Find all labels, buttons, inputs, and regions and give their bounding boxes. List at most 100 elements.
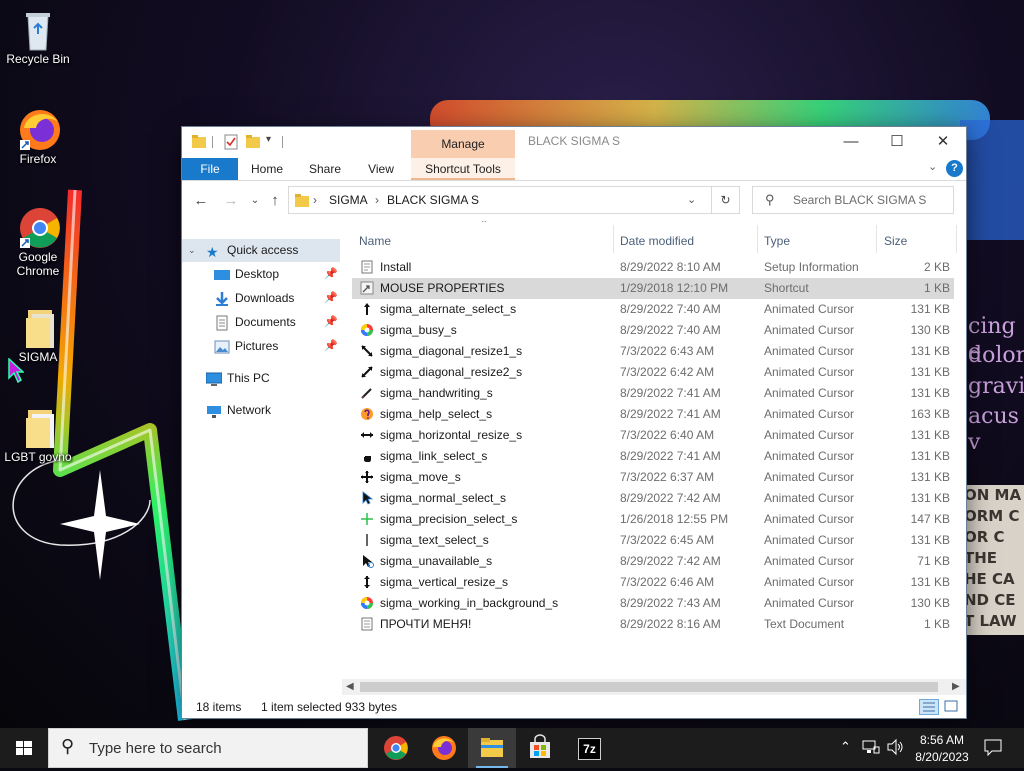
- tab-view[interactable]: View: [356, 158, 406, 180]
- column-divider[interactable]: [876, 225, 877, 253]
- expand-ribbon-icon[interactable]: ⌄: [928, 160, 937, 173]
- column-header-type[interactable]: Type: [764, 229, 790, 253]
- show-hidden-icons-icon[interactable]: ⌃: [840, 739, 851, 755]
- file-row[interactable]: sigma_working_in_background_s 8/29/2022 7…: [352, 593, 954, 614]
- file-row[interactable]: ПРОЧТИ МЕНЯ! 8/29/2022 8:16 AM Text Docume…: [352, 614, 954, 635]
- address-dropdown-icon[interactable]: ⌄: [687, 187, 696, 213]
- clock-time[interactable]: 8:56 AM: [914, 732, 970, 748]
- search-box[interactable]: ⚲ Search BLACK SIGMA S: [752, 186, 954, 214]
- file-list[interactable]: ⌃ Name Date modified Type Size Install 8/…: [352, 221, 966, 675]
- wallpaper-block-line: ND CE: [964, 591, 1016, 609]
- desktop-icon-recycle-bin[interactable]: Recycle Bin: [0, 8, 76, 66]
- file-row[interactable]: Install 8/29/2022 8:10 AM Setup Informatio…: [352, 257, 954, 278]
- file-row[interactable]: sigma_handwriting_s 8/29/2022 7:41 AM Anim…: [352, 383, 954, 404]
- column-divider[interactable]: [757, 225, 758, 253]
- column-divider[interactable]: [613, 225, 614, 253]
- taskbar-chrome[interactable]: [372, 728, 420, 768]
- network-icon: [206, 403, 222, 419]
- file-explorer-window[interactable]: ▾ Manage BLACK SIGMA S — ☐ ✕ File Home S…: [182, 127, 966, 718]
- breadcrumb-sigma[interactable]: SIGMA: [329, 187, 368, 213]
- column-header-size[interactable]: Size: [884, 229, 907, 253]
- file-row[interactable]: sigma_move_s 7/3/2022 6:37 AM Animated Cur…: [352, 467, 954, 488]
- close-button[interactable]: ✕: [920, 127, 966, 157]
- horizontal-scrollbar[interactable]: ◀ ▶: [342, 679, 966, 695]
- column-header-name[interactable]: Name: [359, 229, 391, 253]
- breadcrumb-black-sigma-s[interactable]: BLACK SIGMA S: [387, 187, 479, 213]
- large-icons-view-icon[interactable]: [942, 699, 962, 715]
- scrollbar-thumb[interactable]: [360, 682, 938, 692]
- nav-desktop[interactable]: Desktop 📌: [182, 263, 340, 286]
- file-size: 131 KB: [910, 428, 950, 442]
- tab-share[interactable]: Share: [300, 158, 350, 180]
- nav-network[interactable]: Network: [182, 399, 340, 422]
- file-type: Animated Cursor: [764, 365, 855, 379]
- scroll-right-icon[interactable]: ▶: [952, 679, 960, 695]
- help-icon[interactable]: ?: [946, 160, 963, 177]
- file-row[interactable]: sigma_unavailable_s 8/29/2022 7:42 AM Anim…: [352, 551, 954, 572]
- title-bar[interactable]: ▾ Manage BLACK SIGMA S — ☐ ✕: [182, 127, 966, 158]
- folder-icon: [18, 306, 58, 348]
- taskbar-7zip[interactable]: 7z: [564, 728, 612, 768]
- refresh-button[interactable]: ↻: [711, 186, 740, 214]
- tab-shortcut-tools[interactable]: Shortcut Tools: [411, 158, 515, 180]
- cursor-pen-icon: [360, 386, 374, 400]
- file-row[interactable]: sigma_diagonal_resize1_s 7/3/2022 6:43 AM…: [352, 341, 954, 362]
- file-row[interactable]: sigma_text_select_s 7/3/2022 6:45 AM Anima…: [352, 530, 954, 551]
- new-folder-icon[interactable]: [246, 134, 260, 150]
- scroll-left-icon[interactable]: ◀: [346, 679, 354, 695]
- file-row[interactable]: sigma_horizontal_resize_s 7/3/2022 6:40 A…: [352, 425, 954, 446]
- desktop-icon-google-chrome[interactable]: Google Chrome: [0, 206, 76, 278]
- file-row[interactable]: sigma_vertical_resize_s 7/3/2022 6:46 AM A…: [352, 572, 954, 593]
- pin-icon: 📌: [324, 316, 338, 328]
- back-button[interactable]: ←: [190, 190, 212, 212]
- taskbar-search-box[interactable]: ⚲ Type here to search: [48, 728, 368, 768]
- tab-home[interactable]: Home: [242, 158, 292, 180]
- desktop-icon-lgbt-govno[interactable]: LGBT govno: [0, 406, 76, 464]
- nav-this-pc[interactable]: This PC: [182, 367, 340, 390]
- maximize-button[interactable]: ☐: [874, 127, 920, 157]
- file-row[interactable]: MOUSE PROPERTIES 1/29/2018 12:10 PM Shortc…: [352, 278, 954, 299]
- address-row: ← → ⌄ ↑ › SIGMA › BLACK SIGMA S ⌄ ↻ ⚲ Se…: [182, 181, 966, 221]
- nav-quick-access[interactable]: ⌄ ★ Quick access: [182, 239, 340, 262]
- details-view-icon[interactable]: [919, 699, 939, 715]
- file-row[interactable]: sigma_alternate_select_s 8/29/2022 7:40 A…: [352, 299, 954, 320]
- minimize-button[interactable]: —: [828, 127, 874, 157]
- file-size: 130 KB: [910, 596, 950, 610]
- file-row[interactable]: sigma_normal_select_s 8/29/2022 7:42 AM An…: [352, 488, 954, 509]
- nav-pictures[interactable]: Pictures 📌: [182, 335, 340, 358]
- status-selected-size: 933 bytes: [345, 700, 398, 714]
- notifications-icon[interactable]: [984, 738, 1002, 759]
- customize-qat-icon[interactable]: ▾: [266, 134, 271, 150]
- column-divider[interactable]: [956, 225, 957, 253]
- desktop-icon-firefox[interactable]: Firefox: [0, 108, 76, 166]
- tab-file[interactable]: File: [182, 158, 238, 180]
- file-name: sigma_horizontal_resize_s: [380, 428, 523, 442]
- taskbar-microsoft-store[interactable]: [516, 728, 564, 768]
- up-button[interactable]: ↑: [264, 190, 286, 212]
- taskbar-search-input[interactable]: Type here to search: [89, 729, 222, 769]
- column-header-date-modified[interactable]: Date modified: [620, 229, 694, 253]
- properties-icon[interactable]: [224, 134, 238, 150]
- tab-manage[interactable]: Manage: [411, 130, 515, 158]
- taskbar-firefox[interactable]: [420, 728, 468, 768]
- file-row[interactable]: sigma_diagonal_resize2_s 7/3/2022 6:42 AM…: [352, 362, 954, 383]
- address-bar[interactable]: › SIGMA › BLACK SIGMA S ⌄: [288, 186, 740, 214]
- desktop-icon-sigma-folder[interactable]: SIGMA: [0, 306, 76, 364]
- shortcut-icon: [360, 281, 374, 295]
- network-icon[interactable]: [862, 738, 880, 759]
- taskbar-file-explorer[interactable]: [468, 728, 516, 768]
- volume-icon[interactable]: [886, 738, 904, 759]
- search-input[interactable]: Search BLACK SIGMA S: [793, 187, 926, 213]
- nav-documents[interactable]: Documents 📌: [182, 311, 340, 334]
- file-row[interactable]: sigma_precision_select_s 1/26/2018 12:55 …: [352, 509, 954, 530]
- cursor-crosshair-icon: [360, 512, 374, 526]
- file-row[interactable]: sigma_help_select_s 8/29/2022 7:41 AM Anim…: [352, 404, 954, 425]
- file-row[interactable]: sigma_busy_s 8/29/2022 7:40 AM Animated Cu…: [352, 320, 954, 341]
- forward-button[interactable]: →: [220, 190, 242, 212]
- clock-date[interactable]: 8/20/2023: [910, 749, 974, 765]
- nav-downloads[interactable]: Downloads 📌: [182, 287, 340, 310]
- file-row[interactable]: sigma_link_select_s 8/29/2022 7:41 AM Anim…: [352, 446, 954, 467]
- start-button[interactable]: [0, 728, 48, 768]
- chevron-down-icon[interactable]: ⌄: [188, 239, 196, 262]
- recent-locations-button[interactable]: ⌄: [244, 190, 266, 212]
